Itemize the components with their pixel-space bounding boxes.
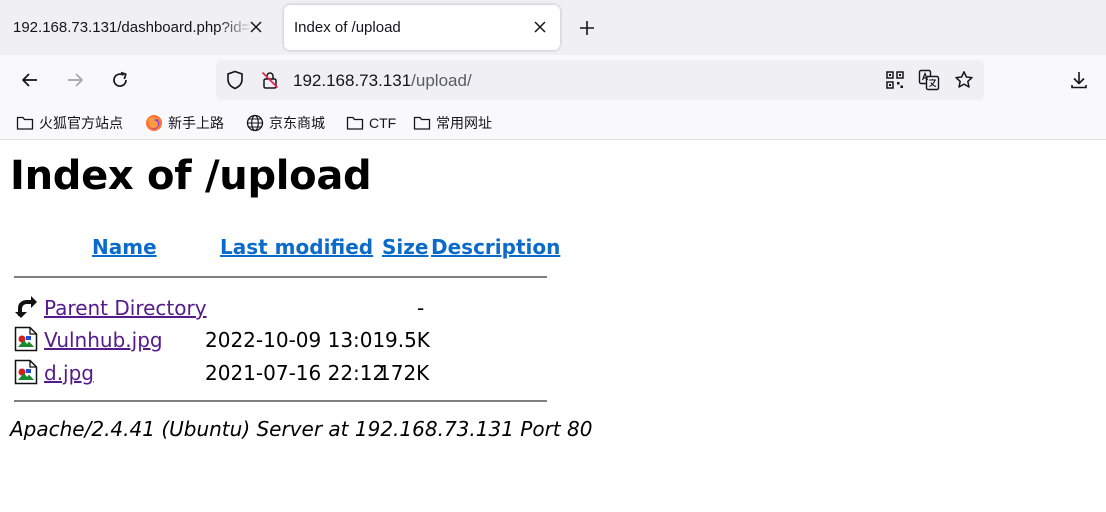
forward-button[interactable] <box>63 68 87 92</box>
url-text[interactable]: 192.168.73.131/upload/ <box>293 71 472 91</box>
tab-title: 192.168.73.131/dashboard.php?id=1 <box>13 19 253 36</box>
file-size: 9.5K <box>385 328 430 352</box>
server-signature: Apache/2.4.41 (Ubuntu) Server at 192.168… <box>10 417 593 441</box>
bookmark-label: 火狐官方站点 <box>39 115 123 131</box>
insecure-lock-icon[interactable] <box>259 69 281 91</box>
downloads-button[interactable] <box>1067 68 1091 92</box>
page-content: Index of /upload Name Last modified Size… <box>0 141 1106 512</box>
column-header-description[interactable]: Description <box>431 235 560 259</box>
globe-icon <box>246 114 264 132</box>
close-icon[interactable] <box>530 17 550 37</box>
qr-code-icon[interactable] <box>884 69 906 91</box>
divider-bottom <box>14 400 547 402</box>
shield-icon[interactable] <box>224 69 246 91</box>
forward-arrow-icon <box>68 73 83 87</box>
folder-icon <box>16 114 34 132</box>
file-link[interactable]: Vulnhub.jpg <box>44 328 163 352</box>
folder-icon <box>346 114 364 132</box>
bookmark-label: 新手上路 <box>168 115 224 131</box>
url-bar[interactable]: 192.168.73.131/upload/ <box>216 60 984 100</box>
divider-top <box>14 276 547 278</box>
file-size: 172K <box>378 361 430 385</box>
bookmark-label: 京东商城 <box>269 115 325 131</box>
back-arrow-icon <box>14 294 38 320</box>
file-size: - <box>417 296 425 320</box>
reload-icon <box>113 71 127 87</box>
image-file-icon <box>14 359 38 385</box>
tab-upload-index[interactable]: Index of /upload <box>284 5 560 50</box>
column-header-name[interactable]: Name <box>92 235 157 259</box>
image-file-icon <box>14 326 38 352</box>
back-arrow-icon <box>22 73 37 87</box>
download-icon <box>1071 72 1087 89</box>
firefox-icon <box>145 114 163 132</box>
navigation-toolbar: 192.168.73.131/upload/ <box>0 55 1106 105</box>
last-modified: 2022-10-09 13:01 <box>205 328 386 352</box>
bookmark-ctf-folder[interactable]: CTF <box>346 113 396 133</box>
back-button[interactable] <box>18 68 42 92</box>
column-header-size[interactable]: Size <box>382 235 428 259</box>
file-link[interactable]: d.jpg <box>44 361 94 385</box>
bookmark-getting-started[interactable]: 新手上路 <box>145 113 224 133</box>
new-tab-button[interactable] <box>576 17 598 39</box>
bookmark-common-sites-folder[interactable]: 常用网址 <box>413 113 492 133</box>
translate-icon[interactable] <box>918 69 940 91</box>
tab-dashboard[interactable]: 192.168.73.131/dashboard.php?id=1 <box>0 5 276 50</box>
page-title: Index of /upload <box>10 153 372 199</box>
tab-title: Index of /upload <box>294 19 401 36</box>
tab-strip: 192.168.73.131/dashboard.php?id=1 Index … <box>0 0 1106 55</box>
parent-directory-link[interactable]: Parent Directory <box>44 296 207 320</box>
last-modified: 2021-07-16 22:12 <box>205 361 386 385</box>
reload-button[interactable] <box>108 68 132 92</box>
folder-icon <box>413 114 431 132</box>
bookmark-firefox-official[interactable]: 火狐官方站点 <box>16 113 123 133</box>
bookmark-jd-mall[interactable]: 京东商城 <box>246 113 325 133</box>
bookmark-label: 常用网址 <box>436 115 492 131</box>
column-header-last-modified[interactable]: Last modified <box>220 235 373 259</box>
bookmarks-toolbar: 火狐官方站点 新手上路 京东商城 CTF 常用网址 <box>0 105 1106 140</box>
close-icon[interactable] <box>246 17 266 37</box>
bookmark-label: CTF <box>369 115 397 131</box>
bookmark-star-icon[interactable] <box>953 69 975 91</box>
